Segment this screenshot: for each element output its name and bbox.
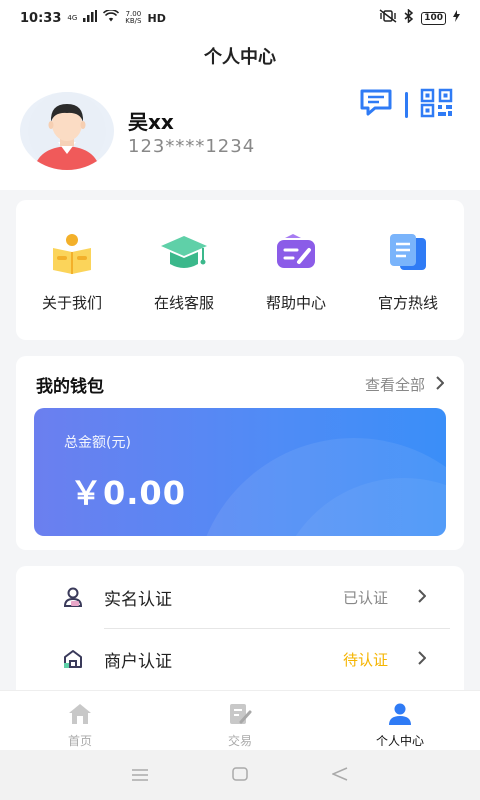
shortcut-about-us[interactable]: 关于我们 xyxy=(16,228,128,313)
shortcut-label: 帮助中心 xyxy=(265,293,326,312)
tab-label: 首页 xyxy=(67,734,92,748)
wallet-title: 我的钱包 xyxy=(36,377,104,397)
tab-home[interactable]: 首页 xyxy=(0,691,160,750)
graduation-cap-icon xyxy=(128,228,240,278)
help-ticket-icon xyxy=(240,228,352,278)
speed-unit: KB/S xyxy=(125,17,142,25)
shortcut-label: 关于我们 xyxy=(41,293,102,312)
chevron-right-icon xyxy=(417,650,427,670)
wifi-icon xyxy=(103,9,120,26)
hd-label: HD xyxy=(147,11,166,25)
wallet-card: 我的钱包 查看全部 总金额(元) ￥0.00 xyxy=(16,356,464,550)
cert-row-realname[interactable]: 实名认证 已认证 xyxy=(16,566,464,628)
profile-actions xyxy=(359,88,454,122)
book-icon xyxy=(16,228,128,278)
back-triangle-icon[interactable] xyxy=(331,766,348,785)
chevron-right-icon xyxy=(417,588,427,608)
user-icon xyxy=(388,703,412,729)
user-phone: 123****1234 xyxy=(128,136,256,157)
profile-section: 吴xx 123****1234 xyxy=(0,80,480,190)
certification-card: 实名认证 已认证 商户认证 待认证 xyxy=(16,566,464,690)
cert-status: 已认证 xyxy=(342,588,388,607)
shortcut-label: 官方热线 xyxy=(377,293,438,312)
status-bar: 10:33 4G 7.00 KB/S HD 100 xyxy=(0,0,480,36)
view-all-label: 查看全部 xyxy=(364,376,425,394)
shortcut-online-service[interactable]: 在线客服 xyxy=(128,228,240,313)
tab-trade[interactable]: 交易 xyxy=(160,691,320,750)
signal-icon xyxy=(83,10,98,26)
chevron-right-icon xyxy=(435,375,445,394)
cert-label: 商户认证 xyxy=(104,651,172,672)
cert-label: 实名认证 xyxy=(104,589,172,610)
shortcut-card: 关于我们 在线客服 帮助中心 官方热线 xyxy=(16,200,464,340)
message-icon[interactable] xyxy=(359,88,393,122)
home-icon xyxy=(67,703,93,729)
shortcut-label: 在线客服 xyxy=(153,293,214,312)
network-type: 4G xyxy=(67,13,78,22)
avatar[interactable] xyxy=(20,92,114,170)
network-speed: 7.00 KB/S xyxy=(125,11,141,25)
shop-icon xyxy=(62,648,84,674)
status-time: 10:33 xyxy=(20,10,62,26)
page-title: 个人中心 xyxy=(0,36,480,80)
charging-icon xyxy=(453,10,460,26)
document-icon xyxy=(352,228,464,278)
system-navigation-bar xyxy=(0,750,480,800)
bottom-tabbar: 首页 交易 个人中心 xyxy=(0,690,480,750)
home-square-icon[interactable] xyxy=(232,766,248,785)
tab-label: 交易 xyxy=(227,734,252,748)
tab-profile[interactable]: 个人中心 xyxy=(320,691,480,750)
battery-indicator: 100 xyxy=(421,11,446,25)
icon-divider xyxy=(405,92,408,118)
tab-label: 个人中心 xyxy=(375,734,424,748)
menu-icon[interactable] xyxy=(132,766,148,785)
balance-label: 总金额(元) xyxy=(64,435,131,451)
balance-panel[interactable]: 总金额(元) ￥0.00 xyxy=(34,408,446,536)
user-name: 吴xx xyxy=(128,110,174,134)
person-icon xyxy=(62,586,84,612)
balance-amount: ￥0.00 xyxy=(70,474,186,512)
shortcut-hotline[interactable]: 官方热线 xyxy=(352,228,464,313)
edit-note-icon xyxy=(228,703,252,729)
qrcode-icon[interactable] xyxy=(420,88,454,122)
cert-row-merchant[interactable]: 商户认证 待认证 xyxy=(16,628,464,690)
view-all-link[interactable]: 查看全部 xyxy=(364,374,445,395)
cert-status: 待认证 xyxy=(342,650,388,669)
shortcut-help-center[interactable]: 帮助中心 xyxy=(240,228,352,313)
bluetooth-icon xyxy=(404,8,414,27)
mute-vibrate-icon xyxy=(379,9,397,27)
